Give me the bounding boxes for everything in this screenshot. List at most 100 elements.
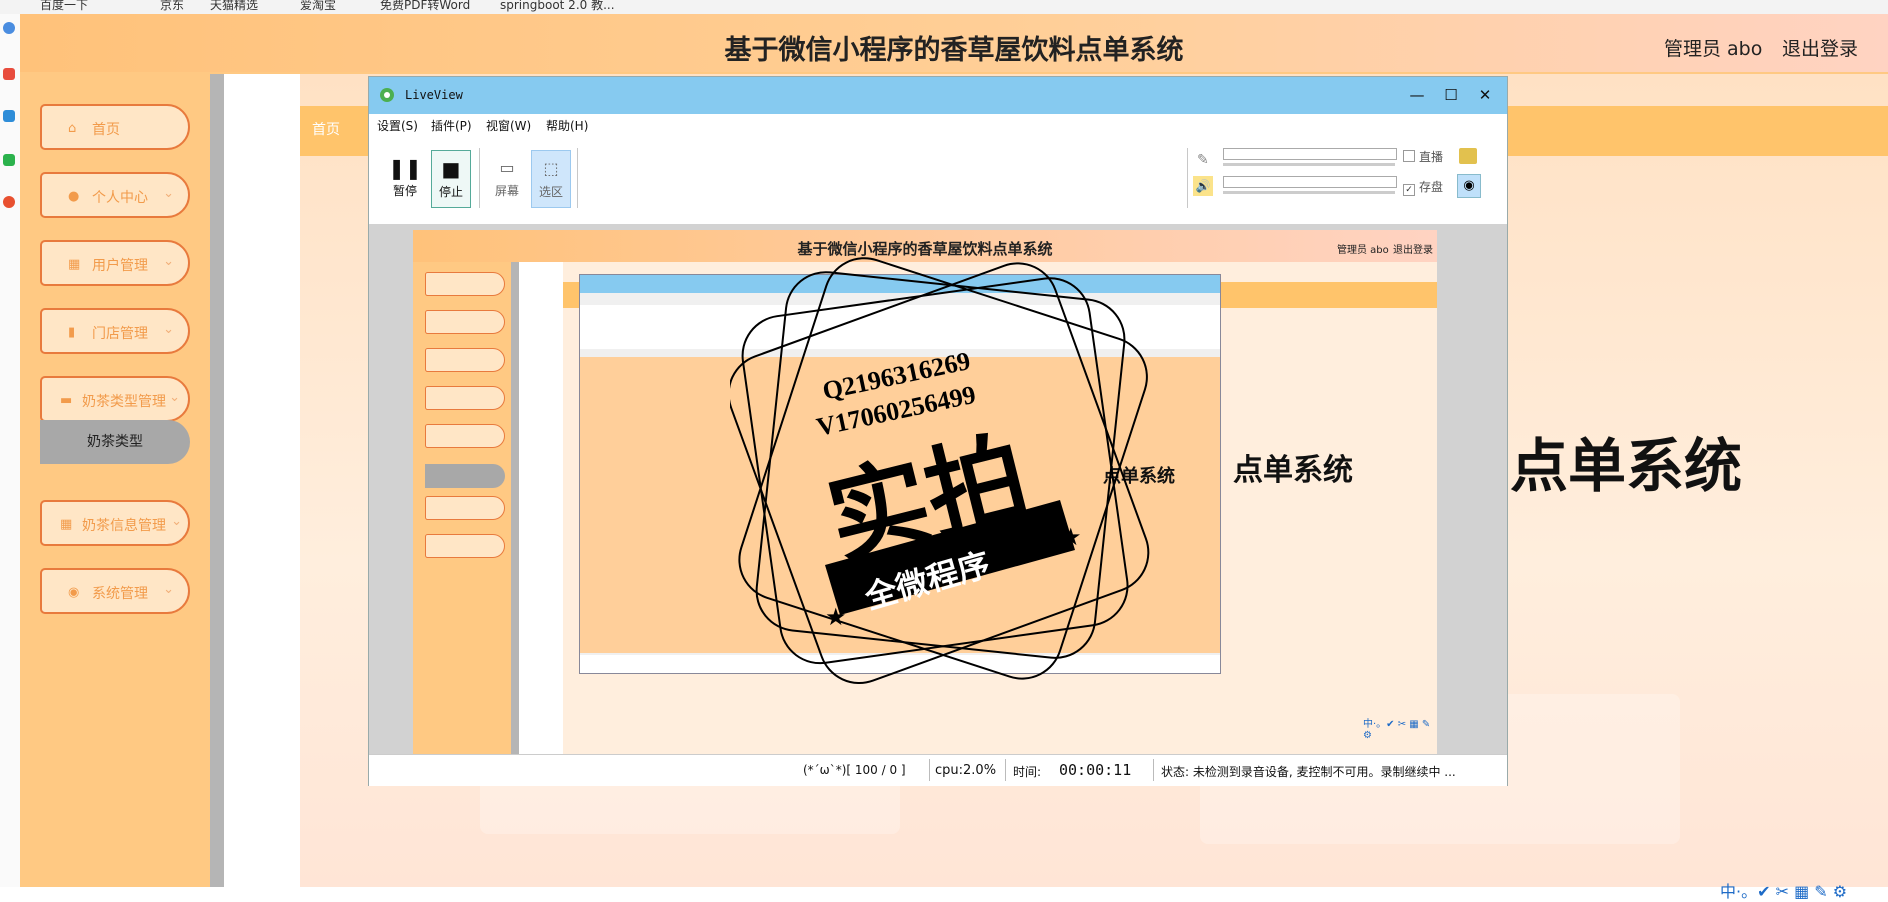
logout-link[interactable]: 退出登录 xyxy=(1782,34,1858,61)
ime-toolbar[interactable]: 中·。✔ ✂ ▦ ✎ ⚙ xyxy=(1720,878,1888,901)
bookmark-baidu[interactable]: 百度一下 xyxy=(40,0,88,13)
live-checkbox[interactable]: 直播 xyxy=(1403,148,1443,165)
pause-label: 暂停 xyxy=(392,184,417,198)
microphone-level-meter xyxy=(1223,163,1395,166)
folder-user-icon[interactable] xyxy=(1459,148,1477,164)
stop-button[interactable]: ■ 停止 xyxy=(431,150,471,208)
region-button[interactable]: ⬚ 选区 xyxy=(531,150,571,208)
microphone-icon[interactable]: ✎ xyxy=(1197,152,1209,168)
status-emoticon: (*ˊωˋ*)[ 100 / 0 ] xyxy=(803,763,906,777)
status-divider xyxy=(929,759,930,781)
sidebar-item-system-management[interactable]: ◉ 系统管理 ⌄ xyxy=(40,568,190,614)
toolbar-divider xyxy=(479,148,480,208)
toolbar-divider xyxy=(577,148,578,208)
tool-app-icon[interactable] xyxy=(3,110,15,122)
stop-icon: ■ xyxy=(441,157,461,181)
bookmark-taobao[interactable]: 爱淘宝 xyxy=(300,0,336,13)
speaker-level-meter xyxy=(1223,191,1395,194)
screen-button[interactable]: ▭ 屏幕 xyxy=(487,150,527,208)
preview-ime-toolbar: 中·。✔ ✂ ▦ ✎ ⚙ xyxy=(1363,719,1431,741)
menu-plugins[interactable]: 插件(P) xyxy=(431,117,472,134)
save-checkbox-label: 存盘 xyxy=(1419,180,1444,194)
screen-label: 屏幕 xyxy=(494,184,519,198)
grid-icon: ▦ xyxy=(68,257,81,272)
chevron-down-icon: ⌄ xyxy=(169,390,180,405)
liveview-titlebar[interactable]: LiveView — ☐ ✕ xyxy=(369,77,1507,114)
sidebar-subitem-tea-type[interactable]: 奶茶类型 xyxy=(40,420,190,464)
sidebar-item-user-management[interactable]: ▦ 用户管理 ⌄ xyxy=(40,240,190,286)
pause-button[interactable]: ❚❚ 暂停 xyxy=(385,150,425,208)
site-title: 基于微信小程序的香草屋饮料点单系统 xyxy=(724,35,1184,66)
preview-nav-item xyxy=(425,424,505,448)
menu-help[interactable]: 帮助(H) xyxy=(546,117,588,134)
bookmark-tmall[interactable]: 天猫精选 xyxy=(210,0,258,13)
sidebar-item-store-management[interactable]: ▮ 门店管理 ⌄ xyxy=(40,308,190,354)
close-button[interactable]: ✕ xyxy=(1469,83,1501,107)
sidebar-item-personal-center[interactable]: ● 个人中心 ⌄ xyxy=(40,172,190,218)
preview-hero-text: 点单系统 xyxy=(1233,453,1353,488)
weibo-app-icon[interactable] xyxy=(3,196,15,208)
liveview-title: LiveView xyxy=(405,88,463,102)
maximize-button[interactable]: ☐ xyxy=(1435,83,1467,107)
status-time-label: 时间: xyxy=(1013,765,1042,779)
clipboard-icon: ▮ xyxy=(68,325,76,340)
status-state: 状态: 未检测到录音设备, 麦控制不可用。录制继续中 ... xyxy=(1161,765,1456,779)
liveview-statusbar: (*ˊωˋ*)[ 100 / 0 ] cpu:2.0% 时间: 00:00:11… xyxy=(369,754,1507,786)
sidebar-item-tea-info-management[interactable]: ▦ 奶茶信息管理 ⌄ xyxy=(40,500,190,546)
status-divider xyxy=(1005,759,1006,781)
app-header: 基于微信小程序的香草屋饮料点单系统 管理员 abo 退出登录 xyxy=(20,14,1888,72)
pause-icon: ❚❚ xyxy=(388,156,422,180)
circle-app-icon[interactable] xyxy=(3,22,15,34)
grid-icon: ▦ xyxy=(60,517,73,532)
home-icon: ⌂ xyxy=(68,121,77,136)
preview-nav-item xyxy=(425,310,505,334)
browser-bookmarks-bar: 百度一下 京东 天猫精选 爱淘宝 免费PDF转Word springboot 2… xyxy=(0,0,1888,15)
pdf-app-icon[interactable] xyxy=(3,68,15,80)
sidebar-item-label: 系统管理 xyxy=(92,586,148,602)
bookmark-pdf-word[interactable]: 免费PDF转Word xyxy=(380,0,470,13)
chevron-down-icon: ⌄ xyxy=(163,322,174,337)
preview-nav-item xyxy=(425,386,505,410)
save-checkbox[interactable]: ✓ 存盘 xyxy=(1403,178,1443,196)
status-cpu: cpu:2.0% xyxy=(935,763,997,778)
content-margin xyxy=(224,74,300,887)
bookmark-springboot[interactable]: springboot 2.0 教... xyxy=(500,0,615,13)
menu-window[interactable]: 视窗(W) xyxy=(486,117,531,134)
preview-logout-link: 退出登录 xyxy=(1393,245,1433,256)
sidebar-item-home[interactable]: ⌂ 首页 xyxy=(40,104,190,150)
preview-nav-subitem xyxy=(425,464,505,488)
region-select-icon: ⬚ xyxy=(543,159,559,178)
sidebar-item-tea-type-management[interactable]: ▬ 奶茶类型管理 ⌄ xyxy=(40,376,190,422)
breadcrumb[interactable]: 首页 xyxy=(312,119,340,139)
minimize-button[interactable]: — xyxy=(1401,83,1433,107)
green-app-icon[interactable] xyxy=(3,154,15,166)
star-icon: ★ xyxy=(1060,523,1082,551)
location-icon: ◉ xyxy=(68,585,80,600)
chevron-down-icon: ⌄ xyxy=(163,186,174,201)
monitor-icon: ▭ xyxy=(499,158,515,177)
sidebar-item-label: 奶茶信息管理 xyxy=(82,518,166,534)
menu-settings[interactable]: 设置(S) xyxy=(377,117,418,134)
liveview-menubar: 设置(S) 插件(P) 视窗(W) 帮助(H) xyxy=(369,114,1507,137)
liveview-logo-icon xyxy=(380,88,394,102)
live-checkbox-label: 直播 xyxy=(1419,150,1444,164)
sidebar-item-label: 奶茶类型管理 xyxy=(82,394,166,410)
cup-icon: ▬ xyxy=(60,393,73,408)
watermark-stamp: Q2196316269 V17060256499 实拍 全微程序 ★ ★ xyxy=(730,257,1150,685)
preview-nav-item xyxy=(425,348,505,372)
status-time-value: 00:00:11 xyxy=(1059,761,1132,779)
status-divider xyxy=(1153,759,1154,781)
eye-icon[interactable]: ◉ xyxy=(1457,174,1481,198)
speaker-icon[interactable]: 🔊 xyxy=(1193,176,1213,196)
bookmark-jd[interactable]: 京东 xyxy=(160,0,184,13)
speaker-volume-slider[interactable] xyxy=(1223,176,1397,188)
star-icon: ★ xyxy=(825,603,847,631)
microphone-volume-slider[interactable] xyxy=(1223,148,1397,160)
user-icon: ● xyxy=(68,189,80,204)
browser-side-strip xyxy=(0,14,21,887)
admin-label: 管理员 abo xyxy=(1664,38,1763,60)
sidebar-scrollbar[interactable] xyxy=(210,74,224,887)
preview-admin-label: 管理员 abo xyxy=(1337,245,1389,256)
stop-label: 停止 xyxy=(438,185,463,199)
preview-nav-item xyxy=(425,534,505,558)
